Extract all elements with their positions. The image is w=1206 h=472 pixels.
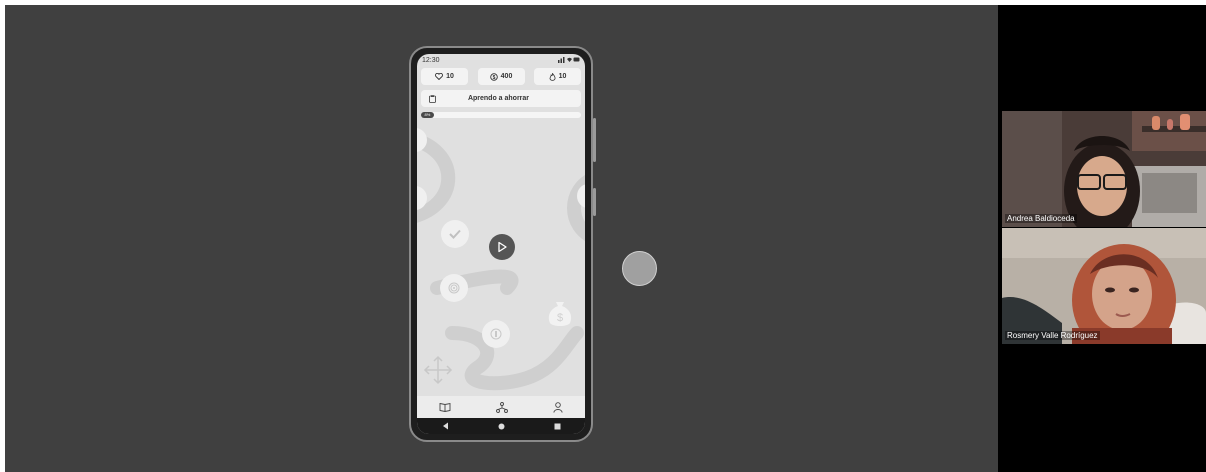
streak-value: 10 xyxy=(558,73,567,80)
clipboard-icon xyxy=(429,94,436,103)
video-tile-rosmery[interactable]: Rosmery Valle Rodríguez xyxy=(1002,228,1206,344)
stats-row: 10 $ 400 10 xyxy=(417,66,585,87)
recents-icon[interactable] xyxy=(554,423,561,430)
heart-icon xyxy=(435,73,444,80)
home-icon[interactable] xyxy=(498,423,505,430)
phone-screen: 12:30 10 $ 400 10 Aprendo a ahorrar 8% $ xyxy=(417,54,585,434)
profile-icon[interactable] xyxy=(552,401,563,413)
video-tile-andrea[interactable]: Andrea Baldioceda xyxy=(1002,111,1206,227)
status-time: 12:30 xyxy=(422,56,440,64)
coin-icon xyxy=(490,328,502,340)
lesson-header[interactable]: Aprendo a ahorrar xyxy=(421,90,581,107)
lives-chip[interactable]: 10 xyxy=(421,68,468,85)
phone-power-button xyxy=(593,188,596,216)
participant-video xyxy=(1002,228,1206,344)
lesson-title: Aprendo a ahorrar xyxy=(467,95,530,102)
coins-chip[interactable]: $ 400 xyxy=(477,68,525,85)
back-icon[interactable] xyxy=(442,422,449,430)
play-icon xyxy=(498,241,507,253)
presenter-pointer xyxy=(622,251,657,286)
streak-chip[interactable]: 10 xyxy=(534,68,581,85)
status-icons xyxy=(558,56,580,65)
status-bar: 12:30 xyxy=(417,54,585,66)
lives-value: 10 xyxy=(446,73,454,80)
current-lesson-node[interactable] xyxy=(489,234,515,260)
move-arrows-icon[interactable] xyxy=(423,355,453,385)
locked-lesson-node[interactable] xyxy=(440,274,468,302)
participant-name-label: Rosmery Valle Rodríguez xyxy=(1005,331,1100,340)
book-icon[interactable] xyxy=(439,402,451,412)
phone-volume-button xyxy=(593,118,596,162)
app-bottom-nav xyxy=(417,396,585,418)
money-bag-icon[interactable]: $ xyxy=(546,296,574,328)
progress-fill: 8% xyxy=(421,112,434,118)
flame-icon xyxy=(549,72,556,81)
coin-icon: $ xyxy=(489,72,498,80)
svg-text:$: $ xyxy=(492,74,495,80)
roadmap-icon[interactable] xyxy=(496,401,508,413)
svg-text:$: $ xyxy=(557,312,563,324)
participant-name-label: Andrea Baldioceda xyxy=(1005,214,1077,223)
android-nav-bar xyxy=(417,418,585,434)
completed-lesson-node[interactable] xyxy=(441,220,469,248)
signal-wifi-battery-icon xyxy=(558,56,580,63)
checkmark-icon xyxy=(449,229,461,239)
lesson-map[interactable]: $ xyxy=(417,128,585,396)
coins-value: 400 xyxy=(500,73,513,80)
lesson-progress-bar: 8% xyxy=(421,112,581,118)
participant-video xyxy=(1002,111,1206,227)
phone-mockup: 12:30 10 $ 400 10 Aprendo a ahorrar 8% $ xyxy=(409,46,596,442)
locked-lesson-node[interactable] xyxy=(482,320,510,348)
target-icon xyxy=(448,282,460,294)
